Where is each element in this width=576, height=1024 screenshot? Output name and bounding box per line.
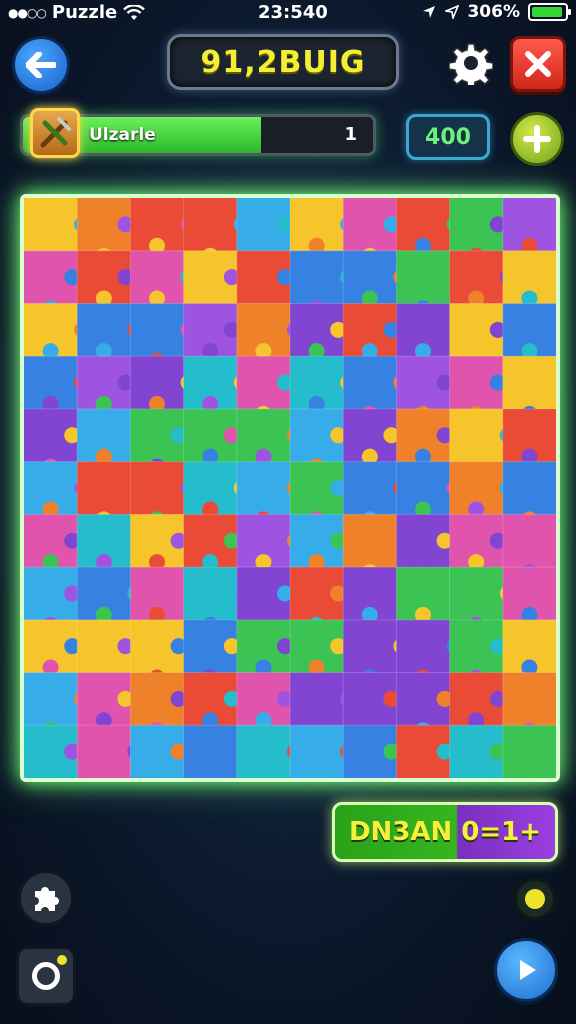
level-badge[interactable]: DN3AN 0=1+ (332, 802, 558, 862)
score-display: 91,2BUIG (167, 34, 399, 90)
puzzle-board[interactable] (20, 194, 560, 782)
progress-label: Ulzarle (89, 125, 156, 145)
puzzle-piece-icon (35, 887, 59, 911)
gear-icon (449, 43, 493, 85)
close-icon (525, 51, 551, 77)
status-bar: ●●○○ Puzzle 23:540 306% (0, 0, 576, 28)
battery-icon (528, 3, 571, 21)
carrier-name: Puzzle (51, 2, 118, 23)
score-value: 91,2BUIG (200, 44, 366, 80)
location-icon (423, 6, 436, 18)
rotate-button[interactable] (16, 946, 76, 1006)
status-right: 306% (421, 2, 571, 22)
plus-icon (523, 125, 551, 153)
coin-value: 400 (425, 124, 471, 150)
progress-count: 1 (344, 124, 357, 145)
coin-counter: 400 (406, 114, 490, 160)
signal-dots: ●●○○ (8, 5, 47, 20)
play-button[interactable] (494, 938, 558, 1002)
pieces-button[interactable] (18, 870, 74, 926)
add-coins-button[interactable] (510, 112, 564, 166)
board-sheen (24, 198, 556, 778)
settings-button[interactable] (448, 40, 494, 86)
status-time: 23:540 (258, 2, 328, 23)
play-icon (520, 960, 536, 980)
rotate-led (57, 955, 67, 965)
back-arrow-icon (26, 52, 56, 78)
battery-percent: 306% (467, 2, 520, 22)
back-button[interactable] (12, 36, 70, 94)
hint-indicator[interactable] (514, 878, 556, 920)
dot-indicator-icon (525, 889, 545, 909)
location-arrow-icon (445, 5, 460, 19)
puzzle-grid[interactable] (24, 198, 556, 778)
close-button[interactable] (510, 36, 566, 92)
status-left: ●●○○ Puzzle (8, 2, 146, 23)
level-badge-text: DN3AN 0=1+ (348, 817, 542, 847)
wifi-icon (123, 4, 146, 20)
pickaxe-icon (40, 117, 71, 148)
tool-button[interactable] (30, 108, 80, 158)
rotate-icon (32, 962, 60, 990)
